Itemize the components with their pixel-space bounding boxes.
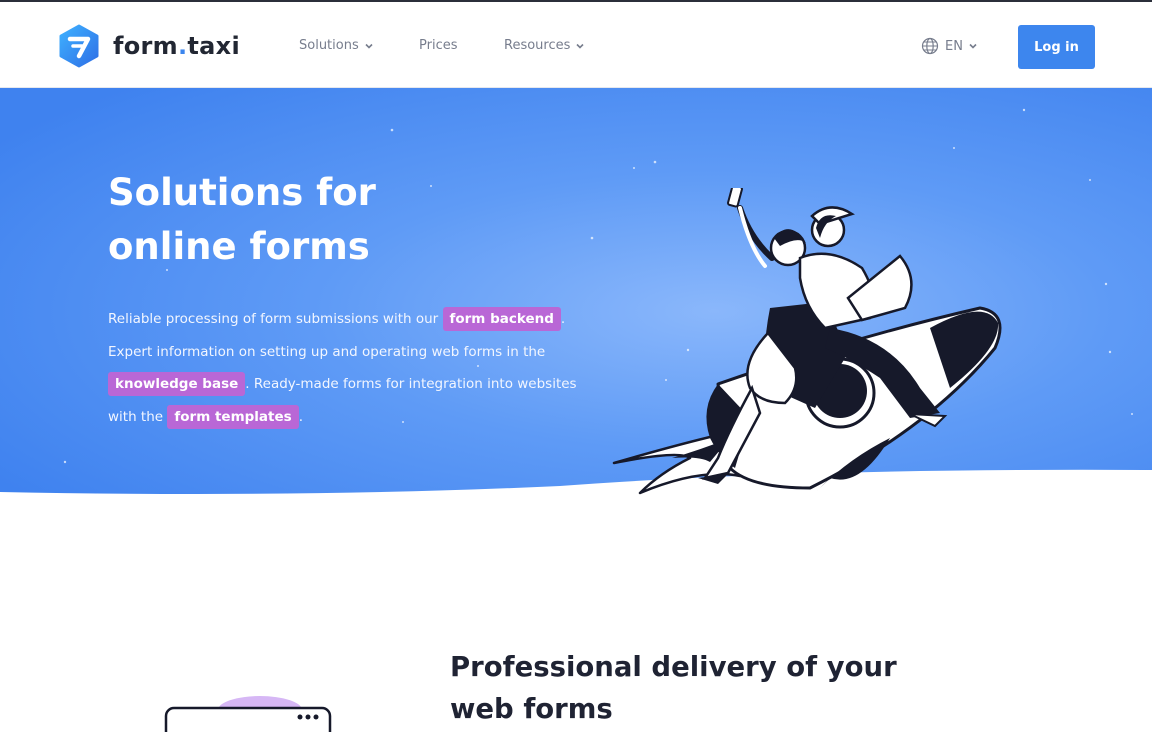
brand-name: form.taxi xyxy=(113,32,240,60)
rocket-illustration xyxy=(612,188,1002,495)
hero-title-line1: Solutions for xyxy=(108,171,376,214)
chevron-down-icon xyxy=(576,43,584,49)
nav-resources-label: Resources xyxy=(504,38,571,53)
chevron-down-icon xyxy=(969,43,977,49)
nav-solutions-label: Solutions xyxy=(299,38,359,53)
globe-icon xyxy=(921,37,939,55)
section-title: Professional delivery of your web forms xyxy=(450,651,897,725)
language-label: EN xyxy=(945,38,963,54)
hero-text-3: Expert information on setting up and ope… xyxy=(108,343,546,360)
knowledge-base-link[interactable]: knowledge base xyxy=(108,372,246,396)
hero-text-2: . xyxy=(560,311,566,327)
top-navigation-bar: form.taxi Solutions Prices Resources EN … xyxy=(0,0,1152,88)
nav-solutions[interactable]: Solutions xyxy=(299,38,374,53)
hero-description: Reliable processing of form submissions … xyxy=(108,303,598,433)
hero-title-line2: online forms xyxy=(108,225,370,268)
language-selector[interactable]: EN xyxy=(921,37,978,55)
hero-text-5: . xyxy=(298,408,303,425)
form-templates-link[interactable]: form templates xyxy=(167,404,299,429)
nav-resources[interactable]: Resources xyxy=(504,38,585,53)
logo-icon xyxy=(59,24,99,68)
hero-section: Solutions for online forms Reliable proc… xyxy=(0,88,1152,508)
chevron-down-icon xyxy=(365,43,373,49)
nav-prices-label: Prices xyxy=(419,38,458,53)
nav-prices[interactable]: Prices xyxy=(419,38,458,53)
hero-title: Solutions for online forms xyxy=(108,166,488,274)
brand-logo[interactable]: form.taxi xyxy=(57,24,240,68)
login-button[interactable]: Log in xyxy=(1018,25,1095,69)
device-illustration xyxy=(164,696,332,732)
form-backend-link[interactable]: form backend xyxy=(442,307,561,331)
hero-text-1: Reliable processing of form submissions … xyxy=(108,311,443,327)
